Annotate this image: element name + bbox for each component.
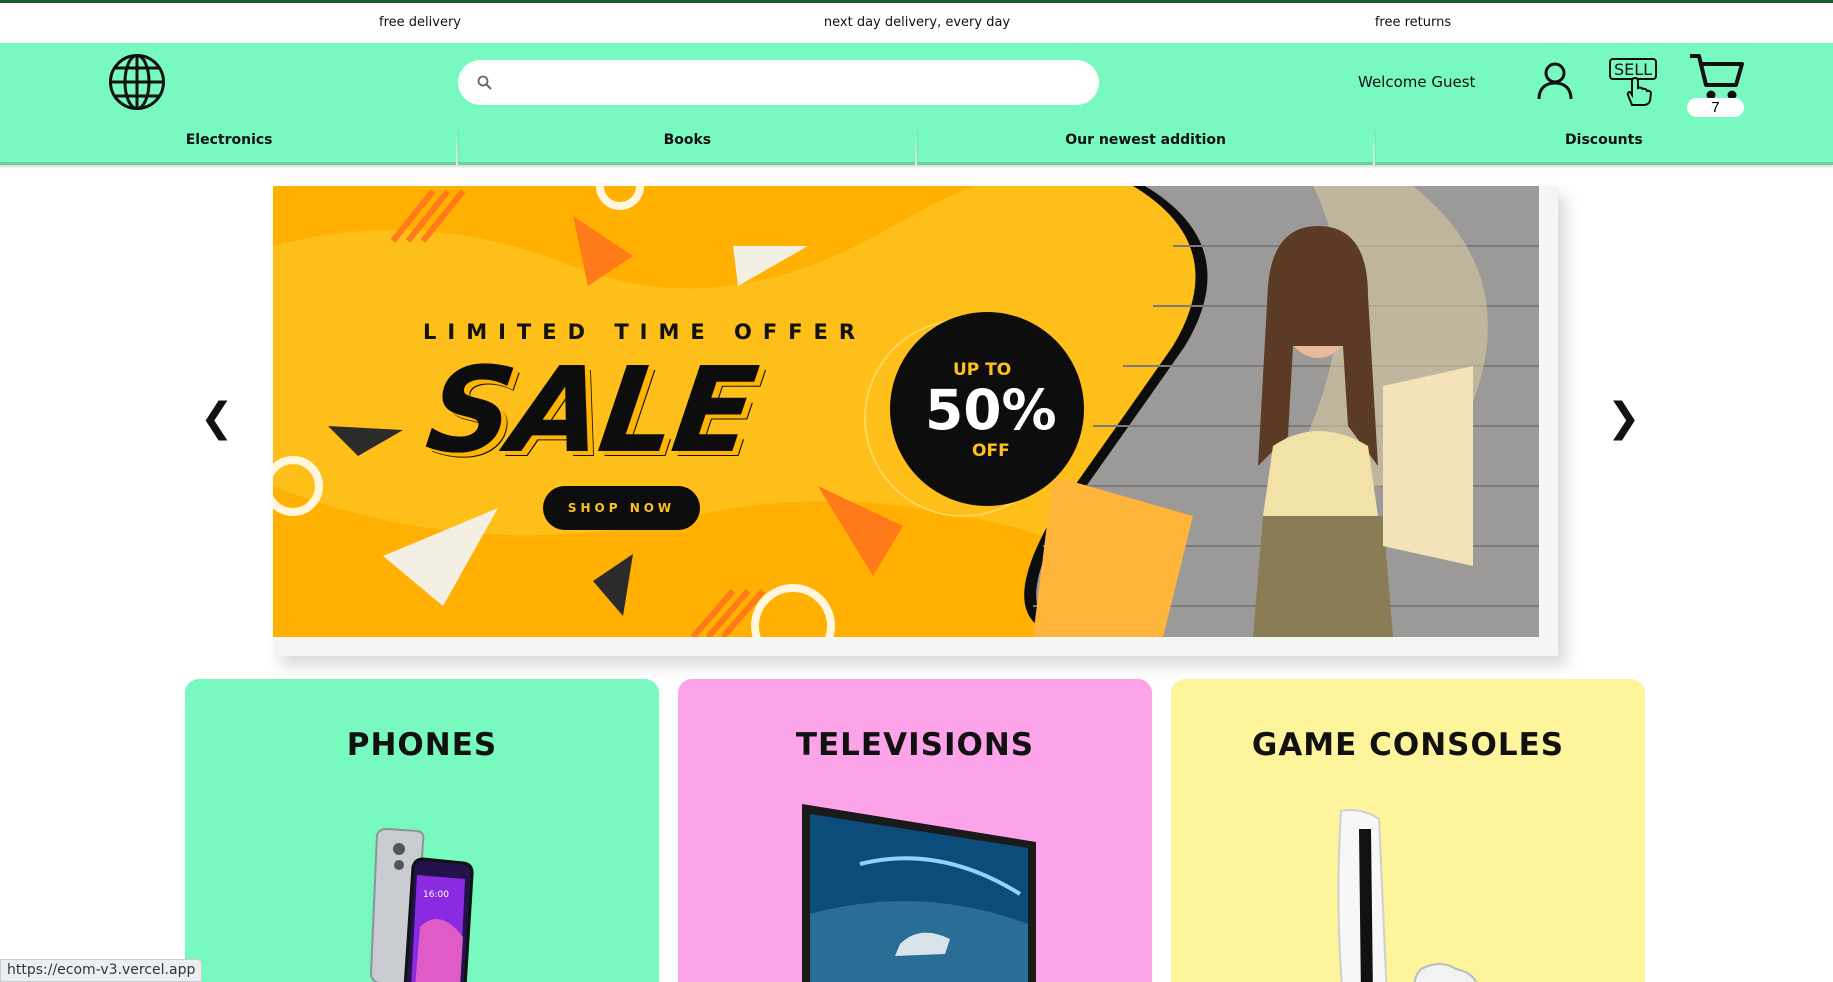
nav-item-electronics[interactable]: Electronics [0,130,459,165]
badge-percentage: 50% [925,378,1057,442]
page: free delivery next day delivery, every d… [0,0,1833,982]
category-title: PHONES [346,727,498,763]
svg-text:16:00: 16:00 [423,890,449,900]
sell-icon[interactable]: SELL [1608,57,1660,107]
category-title: TELEVISIONS [795,727,1035,763]
shop-now-button[interactable]: SHOP NOW [543,486,700,530]
welcome-text: Welcome Guest [1358,73,1476,91]
nav-item-discounts[interactable]: Discounts [1374,130,1833,165]
user-icon[interactable] [1535,61,1575,101]
sale-banner[interactable]: LIMITED TIME OFFER SALE SHOP NOW UP TO 5… [273,186,1539,637]
game-console-image [1337,809,1478,982]
carousel-next-arrow[interactable]: ❯ [1607,398,1641,438]
sell-label: SELL [1614,60,1652,79]
phones-image: 16:00 [369,827,474,982]
info-strip: free delivery next day delivery, every d… [0,0,1833,43]
cart-count-badge: 7 [1687,98,1744,117]
nav-item-newest-addition[interactable]: Our newest addition [916,130,1376,165]
category-card-game-consoles[interactable]: GAME CONSOLES [1171,679,1645,982]
site-header: Welcome Guest SELL 7 Electronics Books O… [0,43,1833,165]
status-bar-url: https://ecom-v3.vercel.app [0,959,203,982]
category-card-phones[interactable]: PHONES 16:00 [185,679,659,982]
free-returns-text: free returns [1374,15,1452,30]
category-title: GAME CONSOLES [1251,727,1565,763]
banner-sale-text: SALE [419,341,763,479]
television-image [802,804,1036,982]
badge-off: OFF [972,441,1010,461]
search-input[interactable] [504,68,1084,97]
nav-item-books[interactable]: Books [458,130,917,165]
next-day-delivery-text: next day delivery, every day [823,15,1011,30]
globe-icon[interactable] [108,53,166,111]
category-card-televisions[interactable]: TELEVISIONS [678,679,1152,982]
carousel-prev-arrow[interactable]: ❮ [200,398,234,438]
search-icon[interactable] [476,74,494,92]
free-delivery-text: free delivery [379,15,461,30]
search-bar[interactable] [458,60,1099,105]
category-nav: Electronics Books Our newest addition Di… [0,130,1833,165]
badge-up-to: UP TO [953,360,1012,380]
